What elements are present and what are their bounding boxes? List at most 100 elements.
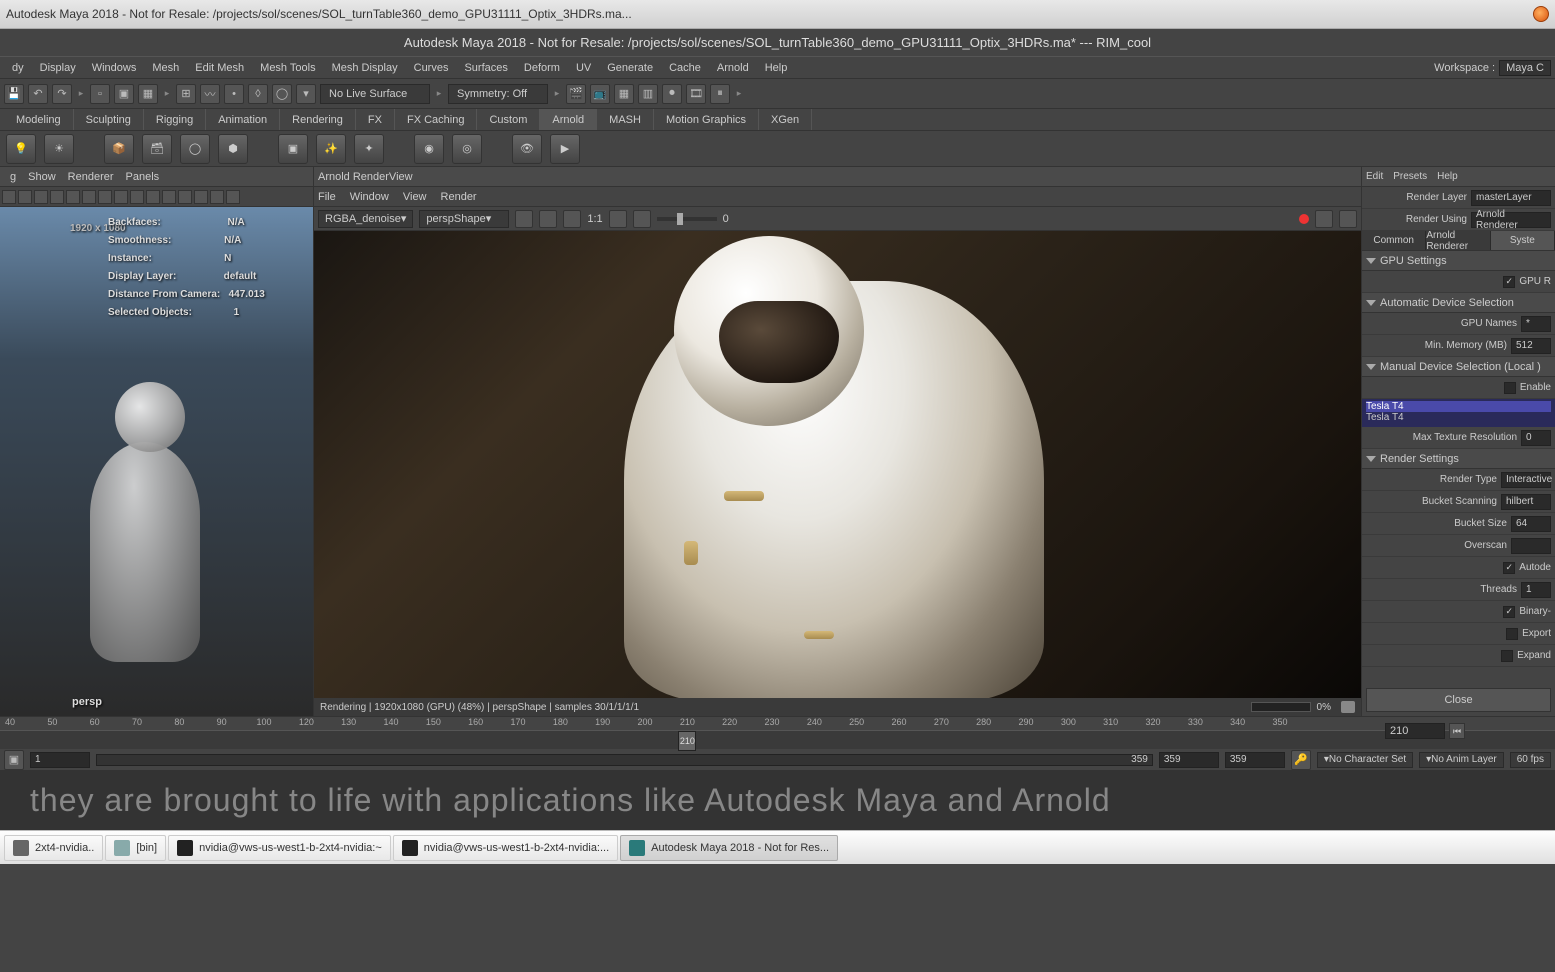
save-icon[interactable]: 💾	[4, 84, 24, 104]
channel-dropdown[interactable]: RGBA_denoise ▾	[318, 210, 413, 228]
max-tex-input[interactable]: 0	[1521, 430, 1551, 446]
section-render-settings[interactable]: Render Settings	[1362, 449, 1555, 469]
settings-menu-help[interactable]: Help	[1437, 171, 1458, 182]
rv-menu-view[interactable]: View	[403, 191, 427, 203]
crop-icon[interactable]	[609, 210, 627, 228]
workspace-dropdown[interactable]: Maya C	[1499, 60, 1551, 76]
arnold-procedural-icon[interactable]: ⬢	[218, 134, 248, 164]
os-close-button[interactable]	[1533, 6, 1549, 22]
taskbar-item-maya[interactable]: Autodesk Maya 2018 - Not for Res...	[620, 835, 838, 861]
camera-dropdown[interactable]: perspShape ▾	[419, 210, 509, 228]
shelf-tab-rendering[interactable]: Rendering	[280, 109, 356, 130]
render-type-dropdown[interactable]: Interactive	[1501, 472, 1551, 488]
vp-xray-icon[interactable]	[146, 190, 160, 204]
vp-grid-icon[interactable]	[18, 190, 32, 204]
arnold-sky-light-icon[interactable]: ☀	[44, 134, 74, 164]
symmetry-dropdown[interactable]: Symmetry: Off	[448, 84, 548, 104]
rv-menu-render[interactable]: Render	[441, 191, 477, 203]
key-icon[interactable]: 🔑	[1291, 750, 1311, 770]
menu-arnold[interactable]: Arnold	[709, 57, 757, 78]
play-start-icon[interactable]: ⏮	[1449, 723, 1465, 739]
shelf-tab-motion-graphics[interactable]: Motion Graphics	[654, 109, 759, 130]
vp-menu-panels[interactable]: Panels	[120, 171, 166, 183]
section-gpu-settings[interactable]: GPU Settings	[1362, 251, 1555, 271]
menu-surfaces[interactable]: Surfaces	[456, 57, 515, 78]
vp-menu-g[interactable]: g	[4, 171, 22, 183]
arnold-render-sequence-icon[interactable]: ▶	[550, 134, 580, 164]
render-using-dropdown[interactable]: Arnold Renderer	[1471, 212, 1551, 228]
vp-gate-icon[interactable]	[34, 190, 48, 204]
menu-deform[interactable]: Deform	[516, 57, 568, 78]
menu-generate[interactable]: Generate	[599, 57, 661, 78]
camera-render-icon[interactable]: ▥	[638, 84, 658, 104]
render-output[interactable]	[314, 231, 1361, 698]
vp-dof-icon[interactable]	[194, 190, 208, 204]
autode-checkbox[interactable]: ✓	[1503, 562, 1515, 574]
viewport-canvas[interactable]: 1920 x 1080 Backfaces: N/A Smoothness: N…	[0, 207, 313, 716]
rv-menu-window[interactable]: Window	[350, 191, 389, 203]
overscan-input[interactable]	[1511, 538, 1551, 554]
pause-icon[interactable]: ⏸	[710, 84, 730, 104]
menu-cache[interactable]: Cache	[661, 57, 709, 78]
snap-plane-icon[interactable]: ◊	[248, 84, 268, 104]
snapshot-icon[interactable]	[1341, 701, 1355, 713]
range-start-input[interactable]: 1	[30, 752, 90, 768]
tab-system[interactable]: Syste	[1491, 231, 1555, 250]
shelf-tab-fx[interactable]: FX	[356, 109, 395, 130]
fps-indicator[interactable]: 60 fps	[1510, 752, 1551, 768]
settings-menu-presets[interactable]: Presets	[1393, 171, 1427, 182]
menu-windows[interactable]: Windows	[84, 57, 145, 78]
camera-film-icon[interactable]: 🎬	[566, 84, 586, 104]
threads-input[interactable]: 1	[1521, 582, 1551, 598]
snap-live-icon[interactable]: ▾	[296, 84, 316, 104]
vp-shade-icon[interactable]	[66, 190, 80, 204]
snap-curve-icon[interactable]: 〰	[200, 84, 220, 104]
bucket-size-input[interactable]: 64	[1511, 516, 1551, 532]
arnold-render-icon[interactable]: ◉	[414, 134, 444, 164]
vp-wire-icon[interactable]	[50, 190, 64, 204]
vp-tex-icon[interactable]	[82, 190, 96, 204]
device-tesla-t4-2[interactable]: Tesla T4	[1366, 412, 1551, 423]
rv-menu-file[interactable]: File	[318, 191, 336, 203]
taskbar-item-bin[interactable]: [bin]	[105, 835, 166, 861]
menu-edit-mesh[interactable]: Edit Mesh	[187, 57, 252, 78]
shelf-tab-arnold[interactable]: Arnold	[540, 109, 597, 130]
menu-curves[interactable]: Curves	[406, 57, 457, 78]
taskbar-item-terminal-1[interactable]: 2xt4-nvidia..	[4, 835, 103, 861]
timeline[interactable]: 4050607080901001201301401501601701801902…	[0, 716, 1555, 748]
bucket-scanning-dropdown[interactable]: hilbert	[1501, 494, 1551, 510]
timeline-track[interactable]: 210	[0, 731, 1555, 749]
anim-layer-dropdown[interactable]: ▾ No Anim Layer	[1419, 752, 1504, 768]
vp-render-icon[interactable]	[226, 190, 240, 204]
tab-arnold-renderer[interactable]: Arnold Renderer	[1426, 231, 1490, 250]
binary-checkbox[interactable]: ✓	[1503, 606, 1515, 618]
range-toggle-icon[interactable]: ▣	[4, 750, 24, 770]
arnold-renderview-icon[interactable]: 👁	[512, 134, 542, 164]
menu-mesh[interactable]: Mesh	[144, 57, 187, 78]
taskbar-item-terminal-2[interactable]: nvidia@vws-us-west1-b-2xt4-nvidia:~	[168, 835, 391, 861]
settings-menu-edit[interactable]: Edit	[1366, 171, 1383, 182]
undo-icon[interactable]: ↶	[28, 84, 48, 104]
menu-uv[interactable]: UV	[568, 57, 599, 78]
gpu-names-input[interactable]: *	[1521, 316, 1551, 332]
shelf-tab-rigging[interactable]: Rigging	[144, 109, 206, 130]
section-manual-device[interactable]: Manual Device Selection (Local )	[1362, 357, 1555, 377]
menu-mesh-display[interactable]: Mesh Display	[324, 57, 406, 78]
shelf-tab-modeling[interactable]: Modeling	[4, 109, 74, 130]
gpu-r-checkbox[interactable]: ✓	[1503, 276, 1515, 288]
tab-common[interactable]: Common	[1362, 231, 1426, 250]
arnold-standin-icon[interactable]: 📦	[104, 134, 134, 164]
character-set-dropdown[interactable]: ▾ No Character Set	[1317, 752, 1413, 768]
snap-point-icon[interactable]: •	[224, 84, 244, 104]
camera-ipr-icon[interactable]: ▦	[614, 84, 634, 104]
enable-checkbox[interactable]	[1504, 382, 1516, 394]
broadcast-icon[interactable]	[1315, 210, 1333, 228]
gamut-icon[interactable]	[539, 210, 557, 228]
arnold-flush-selected-icon[interactable]: ✦	[354, 134, 384, 164]
taskbar-item-terminal-3[interactable]: nvidia@vws-us-west1-b-2xt4-nvidia:...	[393, 835, 618, 861]
shelf-tab-xgen[interactable]: XGen	[759, 109, 812, 130]
vp-light-icon[interactable]	[98, 190, 112, 204]
shelf-tab-mash[interactable]: MASH	[597, 109, 654, 130]
vp-select-icon[interactable]	[2, 190, 16, 204]
section-auto-device[interactable]: Automatic Device Selection	[1362, 293, 1555, 313]
